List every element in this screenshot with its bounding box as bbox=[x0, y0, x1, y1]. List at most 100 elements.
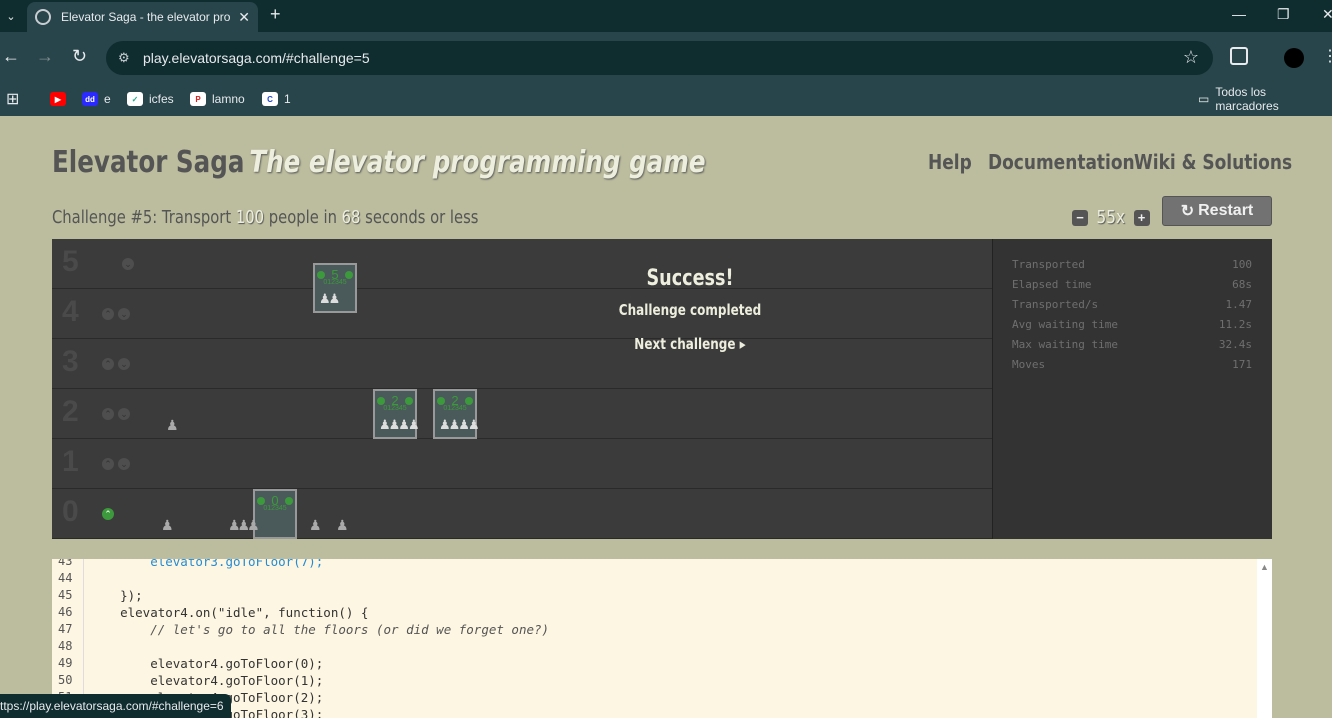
line-number: 48 bbox=[58, 639, 73, 653]
challenge-description: Challenge #5: Transport 100 people in 68… bbox=[52, 207, 479, 228]
success-overlay: Success! Challenge completed Next challe… bbox=[590, 266, 790, 353]
challenge-prefix: Challenge #5: Transport bbox=[52, 207, 232, 228]
elevator-floor-buttons: 012345 bbox=[443, 405, 467, 412]
line-number: 43 bbox=[58, 559, 73, 568]
restart-label: Restart bbox=[1198, 202, 1254, 219]
all-bookmarks[interactable]: ▭ Todos los marcadores bbox=[1198, 85, 1332, 113]
nav-help-link[interactable]: Help bbox=[928, 150, 972, 174]
new-tab-button[interactable]: + bbox=[270, 4, 281, 25]
floor-number: 5 bbox=[62, 245, 79, 278]
bookmark-label: e bbox=[104, 92, 111, 106]
success-subtitle: Challenge completed bbox=[618, 301, 762, 319]
stat-label: Max waiting time bbox=[1012, 338, 1118, 351]
globe-icon bbox=[35, 9, 51, 25]
c-icon: C bbox=[262, 92, 278, 106]
code-line: elevator4.goToFloor(0); bbox=[90, 656, 324, 671]
floor-0: 0 ⌃ bbox=[52, 489, 992, 539]
profile-avatar[interactable] bbox=[1284, 48, 1304, 68]
next-challenge-link[interactable]: Next challenge ▸ bbox=[610, 335, 770, 353]
nav-documentation-link[interactable]: Documentation bbox=[988, 150, 1135, 174]
up-indicator-icon bbox=[257, 496, 265, 505]
restart-icon: ↻ bbox=[1180, 203, 1195, 220]
apps-grid-icon[interactable]: ⊞ bbox=[6, 89, 19, 109]
bookmark-youtube[interactable]: ▶ bbox=[50, 89, 66, 109]
bookmark-icfes[interactable]: ✓ icfes bbox=[127, 89, 174, 109]
stat-value: 100 bbox=[1232, 258, 1252, 271]
down-button-icon[interactable]: ⌄ bbox=[118, 408, 130, 420]
down-button-icon[interactable]: ⌄ bbox=[118, 458, 130, 470]
bookmark-1[interactable]: C1 bbox=[262, 89, 291, 109]
up-button-icon[interactable]: ⌃ bbox=[102, 508, 114, 520]
bookmark-star-icon[interactable]: ☆ bbox=[1183, 47, 1199, 68]
stat-value: 171 bbox=[1232, 358, 1252, 371]
code-line: elevator4.on("idle", function() { bbox=[90, 605, 369, 620]
minimize-icon[interactable]: — bbox=[1232, 6, 1246, 22]
speed-increase-button[interactable]: + bbox=[1133, 209, 1150, 226]
stat-row: Avg waiting time 11.2s bbox=[1012, 318, 1252, 331]
elevator-1: 5 012345 ♟♟ bbox=[313, 263, 357, 313]
back-arrow-icon[interactable]: ← bbox=[2, 46, 20, 67]
editor-scrollbar[interactable]: ▲ bbox=[1257, 559, 1272, 718]
line-number: 50 bbox=[58, 673, 73, 687]
p-icon: P bbox=[190, 92, 206, 106]
elevator-3: 2 012345 ♟♟♟♟ bbox=[433, 389, 480, 439]
forward-arrow-icon[interactable]: → bbox=[36, 46, 54, 67]
up-button-icon[interactable]: ⌃ bbox=[102, 308, 114, 320]
code-line: elevator3.goToFloor(7); bbox=[90, 559, 324, 569]
up-button-icon[interactable]: ⌃ bbox=[102, 458, 114, 470]
bookmark-e[interactable]: dd e bbox=[82, 89, 111, 109]
page-title: Elevator Saga The elevator programming ga… bbox=[52, 145, 706, 180]
stat-row: Moves 171 bbox=[1012, 358, 1252, 371]
elevator-floor-buttons: 012345 bbox=[323, 279, 347, 286]
floor-number: 0 bbox=[62, 495, 79, 528]
success-title: Success! bbox=[646, 266, 734, 291]
stat-label: Moves bbox=[1012, 358, 1046, 371]
person-icon: ♟ bbox=[166, 417, 179, 433]
reload-icon[interactable]: ↻ bbox=[72, 46, 87, 67]
elevator-floor-buttons: 012345 bbox=[383, 405, 407, 412]
close-tab-icon[interactable]: ✕ bbox=[238, 9, 250, 26]
floor-2: 2 ⌃ ⌄ bbox=[52, 389, 992, 439]
floor-5: 5 ⌄ bbox=[52, 239, 992, 289]
stat-value: 1.47 bbox=[1225, 298, 1253, 311]
person-icon: ♟ bbox=[309, 517, 322, 533]
line-number: 44 bbox=[58, 571, 73, 585]
challenge-people-count: 100 bbox=[235, 207, 265, 228]
down-indicator-icon bbox=[404, 396, 413, 405]
elevator-2: 2 012345 ♟♟♟♟ bbox=[373, 389, 420, 439]
down-button-icon[interactable]: ⌄ bbox=[118, 308, 130, 320]
extensions-icon[interactable] bbox=[1230, 47, 1248, 65]
floor-number: 2 bbox=[62, 395, 79, 428]
up-button-icon[interactable]: ⌃ bbox=[102, 358, 114, 370]
down-button-icon[interactable]: ⌄ bbox=[122, 258, 134, 270]
status-bar-url: ttps://play.elevatorsaga.com/#challenge=… bbox=[0, 694, 231, 718]
restore-icon[interactable]: ❐ bbox=[1277, 6, 1290, 23]
floor-4: 4 ⌃ ⌄ bbox=[52, 289, 992, 339]
tab-search-chevron-icon[interactable]: ⌄ bbox=[0, 4, 22, 28]
address-bar[interactable]: ⚙ play.elevatorsaga.com/#challenge=5 ☆ bbox=[106, 41, 1213, 75]
bookmark-lamno[interactable]: Plamno bbox=[190, 89, 245, 109]
stat-row: Max waiting time 32.4s bbox=[1012, 338, 1252, 351]
bookmarks-bar: ⊞ ▶ dd e ✓ icfes Plamno C1 ▭ Todos los marc… bbox=[0, 82, 1332, 116]
scroll-up-icon[interactable]: ▲ bbox=[1260, 562, 1269, 572]
menu-kebab-icon[interactable]: ⋮ bbox=[1322, 46, 1332, 66]
code-line: // let's go to all the floors (or did we… bbox=[90, 622, 550, 637]
nav-wiki-link[interactable]: Wiki & Solutions bbox=[1134, 150, 1292, 174]
passenger-icons: ♟♟♟♟ bbox=[439, 417, 480, 432]
floor-number: 4 bbox=[62, 295, 79, 328]
up-button-icon[interactable]: ⌃ bbox=[102, 408, 114, 420]
code-editor[interactable]: 43 44 45 46 47 48 49 50 51 52 elevator3.… bbox=[52, 559, 1272, 718]
browser-tab-active[interactable]: Elevator Saga - the elevator pro ✕ bbox=[27, 2, 258, 32]
close-window-icon[interactable]: ✕ bbox=[1322, 6, 1332, 23]
url-text: play.elevatorsaga.com/#challenge=5 bbox=[143, 50, 370, 66]
person-icon: ♟ bbox=[336, 517, 349, 533]
challenge-suffix: seconds or less bbox=[365, 207, 479, 228]
site-settings-icon[interactable]: ⚙ bbox=[118, 50, 130, 66]
check-icon: ✓ bbox=[127, 92, 143, 106]
stat-row: Elapsed time 68s bbox=[1012, 278, 1252, 291]
restart-button[interactable]: ↻ Restart bbox=[1162, 196, 1272, 226]
stat-value: 68s bbox=[1232, 278, 1252, 291]
passenger-icons: ♟♟♟♟ bbox=[379, 417, 420, 432]
speed-decrease-button[interactable]: − bbox=[1072, 209, 1088, 226]
down-button-icon[interactable]: ⌄ bbox=[118, 358, 130, 370]
